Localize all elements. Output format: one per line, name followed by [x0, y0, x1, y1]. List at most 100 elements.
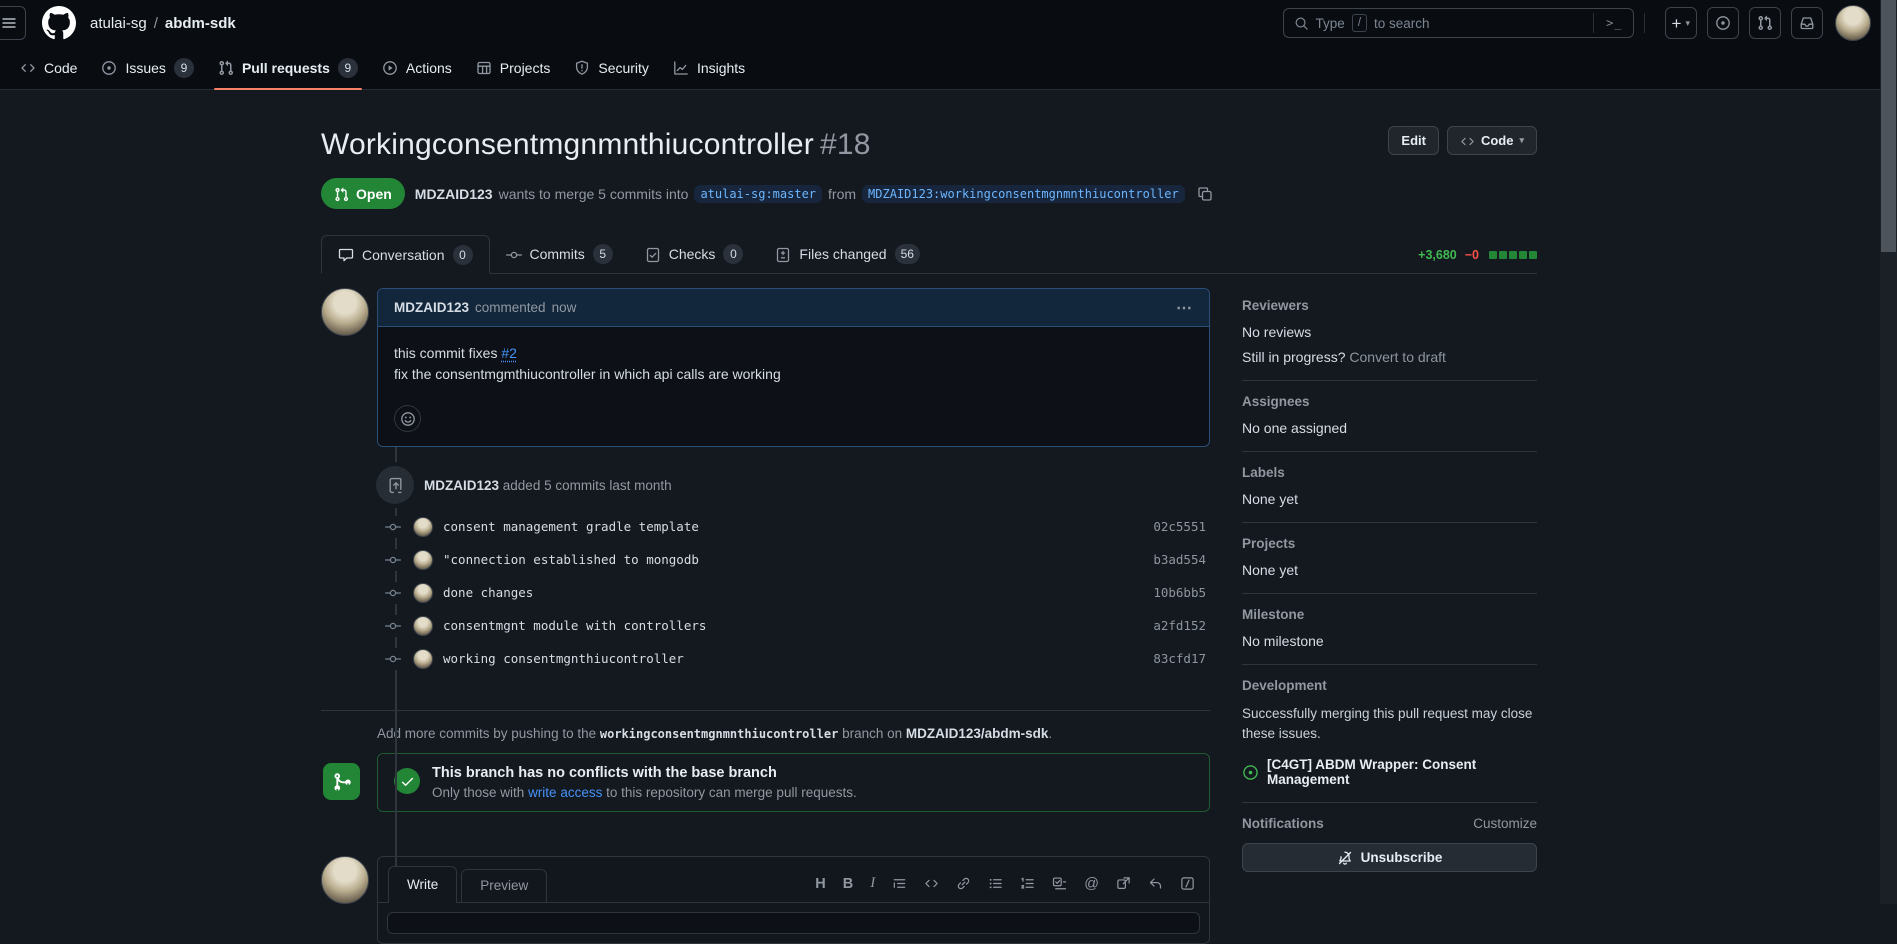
comment-author-link[interactable]: MDZAID123 [394, 300, 469, 315]
pr-timeline: MDZAID123 commented now ⋯ this commit fi… [321, 288, 1210, 944]
saved-replies-icon[interactable] [1180, 876, 1195, 891]
quote-icon[interactable] [892, 876, 907, 891]
add-reaction-button[interactable] [394, 405, 421, 432]
commit-message-link[interactable]: consent management gradle template [443, 519, 699, 534]
file-diff-icon [775, 245, 791, 262]
commit-author-avatar[interactable] [413, 550, 433, 570]
create-new-button[interactable]: + ▾ [1665, 7, 1697, 39]
commits-event-text: MDZAID123 added 5 commits last month [424, 478, 672, 493]
mention-icon[interactable]: @ [1084, 876, 1099, 892]
commit-message-link[interactable]: consentmgnt module with controllers [443, 618, 706, 633]
commit-message-link[interactable]: "connection established to mongodb [443, 552, 699, 567]
heading-icon[interactable]: H [815, 876, 825, 892]
page-scrollbar[interactable] [1880, 0, 1897, 904]
tab-checks[interactable]: Checks 0 [629, 235, 760, 273]
commit-sha-link[interactable]: 83cfd17 [1153, 651, 1206, 666]
tab-preview[interactable]: Preview [461, 869, 547, 903]
nav-tab-actions[interactable]: Actions [370, 46, 464, 89]
command-palette-icon[interactable]: >_ [1593, 13, 1626, 33]
comment-textarea[interactable] [387, 912, 1200, 934]
commit-author-avatar[interactable] [413, 583, 433, 603]
edit-button[interactable]: Edit [1388, 126, 1439, 155]
copy-branch-icon[interactable] [1197, 186, 1213, 202]
scrollbar-thumb[interactable] [1881, 0, 1896, 252]
comment-author-avatar[interactable] [321, 288, 369, 336]
commit-sha-link[interactable]: b3ad554 [1153, 552, 1206, 567]
breadcrumb-repo-link[interactable]: abdm-sdk [165, 15, 236, 32]
sidebar-section-development: Development Successfully merging this pu… [1242, 665, 1537, 803]
breadcrumb: atulai-sg / abdm-sdk [90, 15, 236, 32]
nav-tab-pull-requests[interactable]: Pull requests 9 [206, 46, 370, 89]
code-icon[interactable] [924, 876, 939, 891]
comment-body: this commit fixes #2 fix the consentmgmt… [378, 327, 1209, 401]
commits-event-block: MDZAID123 added 5 commits last month con… [321, 465, 1210, 675]
tab-commits[interactable]: Commits 5 [490, 235, 629, 273]
head-branch-chip[interactable]: MDZAID123:workingconsentmgnmnthiucontrol… [862, 185, 1185, 203]
nav-tab-projects[interactable]: Projects [464, 46, 563, 89]
inbox-button[interactable] [1791, 7, 1823, 39]
global-search-input[interactable]: Type / to search >_ [1283, 8, 1634, 38]
projects-empty-text: None yet [1242, 562, 1537, 578]
cross-reference-icon[interactable] [1116, 876, 1131, 891]
commits-count-badge: 5 [593, 244, 613, 264]
comment-timestamp-link[interactable]: now [552, 300, 577, 315]
current-user-avatar[interactable] [321, 856, 369, 904]
task-list-icon[interactable] [1052, 876, 1067, 891]
ordered-list-icon[interactable] [1020, 876, 1035, 891]
sidebar-section-labels[interactable]: Labels None yet [1242, 452, 1537, 523]
convert-to-draft-link[interactable]: Convert to draft [1349, 349, 1446, 365]
hamburger-icon [1, 15, 17, 31]
commit-message-link[interactable]: done changes [443, 585, 533, 600]
git-commit-icon [385, 648, 401, 670]
issue-reference-link[interactable]: #2 [501, 345, 517, 361]
nav-tab-code[interactable]: Code [8, 46, 89, 89]
hamburger-menu-button[interactable] [0, 6, 26, 40]
sidebar-section-milestone[interactable]: Milestone No milestone [1242, 594, 1537, 665]
merge-status-box: This branch has no conflicts with the ba… [377, 753, 1210, 812]
tab-files-changed[interactable]: Files changed 56 [759, 235, 936, 273]
tab-conversation[interactable]: Conversation 0 [321, 235, 490, 274]
kebab-menu-icon[interactable]: ⋯ [1176, 298, 1193, 318]
commit-sha-link[interactable]: 02c5551 [1153, 519, 1206, 534]
unordered-list-icon[interactable] [988, 876, 1003, 891]
breadcrumb-owner-link[interactable]: atulai-sg [90, 15, 147, 32]
linked-issue-link[interactable]: [C4GT] ABDM Wrapper: Consent Management [1267, 757, 1537, 787]
push-note: Add more commits by pushing to the worki… [321, 726, 1210, 741]
bold-icon[interactable]: B [843, 876, 853, 892]
pr-author-link[interactable]: MDZAID123 [415, 186, 493, 202]
commit-list: consent management gradle template 02c55… [321, 510, 1210, 675]
issue-opened-icon [1242, 764, 1259, 781]
your-pull-requests-button[interactable] [1749, 7, 1781, 39]
shield-icon [574, 59, 590, 76]
commit-author-avatar[interactable] [413, 649, 433, 669]
git-commit-icon [385, 582, 401, 604]
commits-author-link[interactable]: MDZAID123 [424, 478, 499, 493]
customize-link[interactable]: Customize [1473, 816, 1537, 831]
nav-tab-insights[interactable]: Insights [661, 46, 757, 89]
commit-sha-link[interactable]: 10b6bb5 [1153, 585, 1206, 600]
commit-message-link[interactable]: working consentmgnthiucontroller [443, 651, 684, 666]
code-dropdown-button[interactable]: Code ▾ [1447, 126, 1537, 155]
reply-icon[interactable] [1148, 876, 1163, 891]
sidebar-section-projects[interactable]: Projects None yet [1242, 523, 1537, 594]
sidebar-section-assignees[interactable]: Assignees No one assigned [1242, 381, 1537, 452]
commit-sha-link[interactable]: a2fd152 [1153, 618, 1206, 633]
github-logo-icon[interactable] [42, 6, 76, 40]
base-branch-chip[interactable]: atulai-sg:master [694, 185, 822, 203]
search-icon [1294, 15, 1309, 32]
italic-icon[interactable]: I [870, 875, 875, 892]
push-note-branch: workingconsentmgnmnthiucontroller [600, 727, 838, 741]
pull-requests-count-badge: 9 [338, 58, 358, 78]
nav-tab-security[interactable]: Security [562, 46, 661, 89]
commit-author-avatar[interactable] [413, 616, 433, 636]
nav-tab-issues[interactable]: Issues 9 [89, 46, 205, 89]
user-avatar[interactable] [1835, 5, 1871, 41]
your-issues-button[interactable] [1707, 7, 1739, 39]
commit-author-avatar[interactable] [413, 517, 433, 537]
unsubscribe-button[interactable]: Unsubscribe [1242, 843, 1537, 872]
write-access-link[interactable]: write access [528, 785, 602, 800]
link-icon[interactable] [956, 876, 971, 891]
sidebar-section-reviewers[interactable]: Reviewers No reviews Still in progress? … [1242, 298, 1537, 381]
tab-write[interactable]: Write [388, 866, 457, 903]
diffstat: +3,680 −0 [1418, 248, 1537, 262]
